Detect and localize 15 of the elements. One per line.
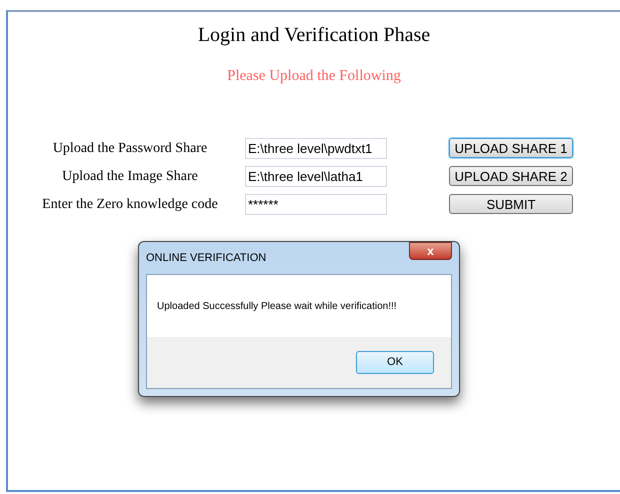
input-field[interactable]: E:\three level\latha1: [245, 166, 387, 186]
action-button[interactable]: SUBMIT: [449, 194, 573, 214]
page-title: Login and Verification Phase: [198, 23, 430, 48]
field-label: Enter the Zero knowledge code: [41, 196, 219, 214]
field-label: Upload the Password Share: [52, 140, 208, 158]
dialog-message: Uploaded Successfully Please wait while verification!!!: [157, 300, 397, 314]
close-button[interactable]: x: [409, 242, 452, 260]
ok-button[interactable]: OK: [356, 351, 434, 374]
input-field[interactable]: ******: [245, 194, 387, 214]
field-label: Upload the Image Share: [61, 168, 199, 186]
input-field[interactable]: E:\three level\pwdtxt1: [245, 138, 387, 158]
action-button[interactable]: UPLOAD SHARE 1: [449, 138, 573, 158]
dialog-title: ONLINE VERIFICATION: [146, 250, 266, 266]
page-subtitle: Please Upload the Following: [227, 67, 401, 86]
action-button[interactable]: UPLOAD SHARE 2: [449, 166, 573, 186]
